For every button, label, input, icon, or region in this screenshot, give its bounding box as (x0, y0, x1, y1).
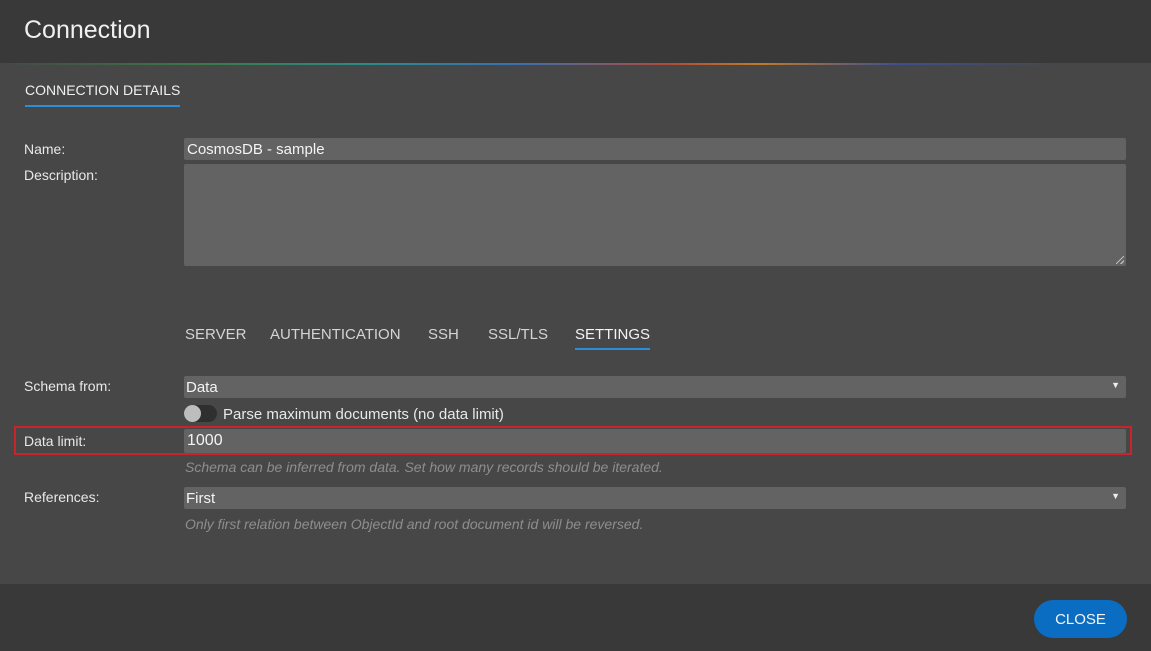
tab-ssh[interactable]: SSH (428, 326, 459, 343)
references-select[interactable]: First ▼ (184, 487, 1126, 509)
parse-max-toggle[interactable] (184, 405, 217, 422)
tab-settings[interactable]: SETTINGS (575, 326, 651, 350)
dropdown-arrow-icon: ▼ (1111, 491, 1120, 501)
dialog-footer (0, 584, 1151, 651)
data-limit-hint: Schema can be inferred from data. Set ho… (185, 459, 663, 475)
description-textarea[interactable] (184, 164, 1126, 266)
references-label: References: (24, 489, 100, 505)
title-accent-line (0, 63, 1151, 65)
parse-max-label: Parse maximum documents (no data limit) (223, 406, 504, 423)
data-limit-input[interactable] (184, 429, 1126, 453)
schema-from-value: Data (186, 379, 218, 396)
tab-server[interactable]: SERVER (185, 326, 246, 343)
references-hint: Only first relation between ObjectId and… (185, 516, 644, 532)
dropdown-arrow-icon: ▼ (1111, 380, 1120, 390)
references-value: First (186, 490, 216, 507)
schema-from-select[interactable]: Data ▼ (184, 376, 1126, 398)
name-input[interactable] (184, 138, 1126, 160)
data-limit-label: Data limit: (24, 433, 87, 449)
close-button[interactable]: CLOSE (1034, 600, 1127, 638)
dialog-title-bar: Connection (0, 0, 1151, 63)
tab-connection-details[interactable]: CONNECTION DETAILS (25, 82, 181, 107)
description-label: Description: (24, 167, 98, 183)
tab-authentication[interactable]: AUTHENTICATION (270, 326, 401, 343)
schema-from-label: Schema from: (24, 378, 112, 394)
tab-ssl-tls[interactable]: SSL/TLS (488, 326, 548, 343)
toggle-knob (184, 405, 201, 422)
resize-handle-icon[interactable] (1116, 256, 1124, 264)
name-label: Name: (24, 141, 66, 157)
dialog-title: Connection (24, 16, 151, 44)
